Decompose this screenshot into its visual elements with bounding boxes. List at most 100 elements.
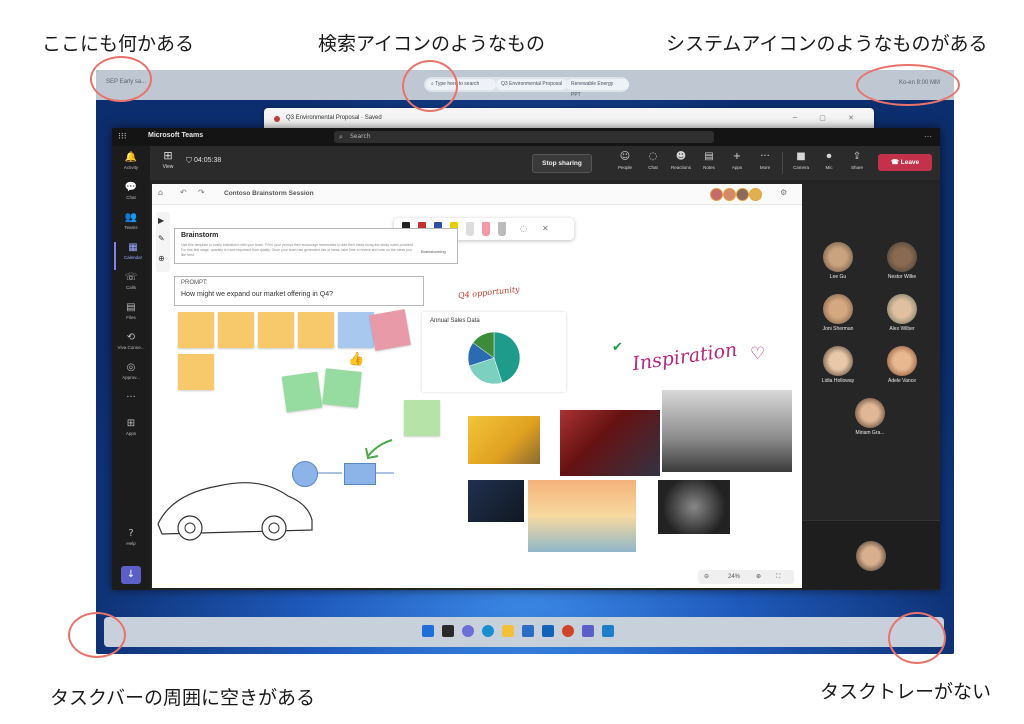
camera-button[interactable]: ■ Camera bbox=[788, 150, 814, 172]
sticky-note[interactable] bbox=[178, 354, 214, 390]
whiteboard-canvas[interactable]: ⌂ ↶ ↷ Contoso Brainstorm Session ⚙ ▶ ✎ ⊕ bbox=[152, 184, 802, 588]
store-icon[interactable] bbox=[522, 625, 534, 637]
collaborator-avatar[interactable] bbox=[723, 188, 736, 201]
inspiration-handwriting: Inspiration bbox=[630, 338, 739, 376]
leave-button[interactable]: ☎ Leave bbox=[878, 154, 932, 171]
redo-icon[interactable]: ↷ bbox=[198, 188, 205, 197]
rail-item-calendar[interactable]: ▦ Calendar bbox=[114, 242, 150, 270]
notes-button[interactable]: ▤ Notes bbox=[696, 150, 722, 172]
photo-race-car[interactable] bbox=[560, 410, 660, 476]
sticky-note[interactable] bbox=[218, 312, 254, 348]
apps-button[interactable]: + Apps bbox=[724, 150, 750, 172]
stop-sharing-button[interactable]: Stop sharing bbox=[532, 154, 592, 173]
rail-item-calls[interactable]: ☏ Calls bbox=[114, 272, 148, 300]
photo-vintage-car[interactable] bbox=[662, 390, 792, 472]
chat-icon: ◌ bbox=[648, 151, 658, 162]
top-bar-tab-2[interactable]: Renewable Energy PPT bbox=[566, 79, 629, 98]
zoom-in-icon[interactable]: ⊕ bbox=[756, 570, 761, 584]
sticky-note[interactable] bbox=[258, 312, 294, 348]
rail-item-more[interactable]: ··· bbox=[114, 392, 148, 420]
sticky-note[interactable] bbox=[322, 368, 362, 408]
participant-tile[interactable]: Alex Wilber bbox=[872, 294, 932, 334]
photo-dashboard[interactable] bbox=[658, 480, 730, 534]
rail-item-apps[interactable]: ⊞ Apps bbox=[114, 418, 148, 446]
sticky-note[interactable] bbox=[404, 400, 440, 436]
more-options-icon[interactable]: … bbox=[924, 130, 932, 139]
whiteboard-icon[interactable] bbox=[602, 625, 614, 637]
eraser-icon[interactable] bbox=[498, 222, 506, 236]
mic-button[interactable]: ⏺ Mic bbox=[816, 150, 842, 172]
rail-item-teams[interactable]: 👥 Teams bbox=[114, 212, 148, 240]
teams-search-input[interactable]: ⌕ Search bbox=[334, 131, 714, 143]
undo-icon[interactable]: ↶ bbox=[180, 188, 187, 197]
zoom-controls: ⊖ 24% ⊕ ⛶ bbox=[698, 570, 794, 584]
collaborator-avatar[interactable] bbox=[736, 188, 749, 201]
zoom-out-icon[interactable]: ⊖ bbox=[704, 570, 709, 584]
self-video-tile[interactable] bbox=[802, 520, 940, 589]
brainstorm-title: Brainstorm bbox=[181, 232, 219, 239]
share-button[interactable]: ⇪ Share bbox=[844, 150, 870, 172]
collaborator-avatar[interactable] bbox=[749, 188, 762, 201]
pen-icon[interactable]: ✎ bbox=[158, 234, 165, 243]
select-icon[interactable]: ▶ bbox=[158, 216, 164, 225]
participant-tile[interactable]: Nestor Wilke bbox=[872, 242, 932, 282]
teams-icon[interactable] bbox=[582, 625, 594, 637]
start-icon[interactable] bbox=[422, 625, 434, 637]
reactions-button[interactable]: ☻ Reactions bbox=[668, 150, 694, 172]
add-icon[interactable]: ⊕ bbox=[158, 254, 165, 263]
rail-item-files[interactable]: ▤ Files bbox=[114, 302, 148, 330]
sticky-note[interactable] bbox=[281, 371, 323, 413]
collaborator-avatar[interactable] bbox=[710, 188, 723, 201]
window-controls[interactable]: ─ ▢ ✕ bbox=[793, 114, 864, 122]
sticky-note[interactable] bbox=[369, 309, 411, 351]
meeting-toolbar: ⊞ View ⛉ 04:05:38 Stop sharing ☺ People ◌ C… bbox=[150, 146, 940, 180]
rail-item-chat[interactable]: 💬 Chat bbox=[114, 182, 148, 210]
highlighter-icon[interactable] bbox=[482, 222, 490, 236]
help-icon: ? bbox=[128, 528, 134, 539]
participant-tile[interactable]: Miriam Gra... bbox=[840, 398, 900, 438]
rail-item-help[interactable]: ? Help bbox=[114, 528, 148, 556]
more-button[interactable]: ··· More bbox=[752, 150, 778, 172]
rail-item-approvals[interactable]: ◎ Approv... bbox=[114, 362, 148, 390]
sticky-note[interactable] bbox=[178, 312, 214, 348]
photo-gear-shift[interactable] bbox=[468, 480, 524, 522]
outlook-icon[interactable] bbox=[542, 625, 554, 637]
toolbar-divider bbox=[782, 152, 783, 174]
top-bar-tab-1[interactable]: Q3 Environmental Proposal bbox=[496, 79, 568, 90]
flow-circle-node[interactable] bbox=[292, 461, 318, 487]
photo-yellow-car[interactable] bbox=[468, 416, 540, 464]
view-button[interactable]: ⊞ View bbox=[156, 149, 180, 171]
annotation-circle-bottom-left bbox=[68, 612, 126, 658]
chat-icon[interactable] bbox=[462, 625, 474, 637]
fit-screen-icon[interactable]: ⛶ bbox=[776, 570, 780, 584]
rail-item-activity[interactable]: 🔔 Activity bbox=[114, 152, 148, 180]
chat-icon: 💬 bbox=[124, 182, 138, 193]
sales-chart-card[interactable]: Annual Sales Data bbox=[422, 312, 566, 392]
prompt-box[interactable]: PROMPT: How might we expand our market o… bbox=[174, 276, 424, 306]
close-icon[interactable]: ✕ bbox=[542, 224, 549, 233]
rail-item-viva[interactable]: ⟲ Viva Conne... bbox=[114, 332, 148, 360]
teams-title-bar: ⁝⁝⁝ Microsoft Teams ⌕ Search … bbox=[112, 128, 940, 146]
home-icon[interactable]: ⌂ bbox=[158, 188, 163, 197]
participant-tile[interactable]: Joni Sherman bbox=[808, 294, 868, 334]
app-launcher-icon[interactable]: ⁝⁝⁝ bbox=[118, 131, 134, 143]
brainstorm-box[interactable]: Brainstorm Use this template to easily b… bbox=[174, 228, 458, 264]
edge-icon[interactable] bbox=[482, 625, 494, 637]
download-icon[interactable]: ↓ bbox=[121, 566, 141, 584]
pen-white-icon[interactable] bbox=[466, 222, 474, 236]
photo-heart-car[interactable] bbox=[528, 480, 636, 552]
participant-tile[interactable]: Lee Gu bbox=[808, 242, 868, 282]
task-view-icon[interactable] bbox=[442, 625, 454, 637]
participant-tile[interactable]: Adele Vance bbox=[872, 346, 932, 386]
settings-icon[interactable]: ⚙ bbox=[780, 188, 787, 197]
lasso-icon[interactable]: ◌ bbox=[520, 224, 527, 233]
people-button[interactable]: ☺ People bbox=[612, 150, 638, 172]
sticky-note[interactable] bbox=[298, 312, 334, 348]
avatar bbox=[887, 242, 917, 272]
participant-tile[interactable]: Lidia Holloway bbox=[808, 346, 868, 386]
powerpoint-icon[interactable] bbox=[562, 625, 574, 637]
chat-button[interactable]: ◌ Chat bbox=[640, 150, 666, 172]
flow-box-node[interactable] bbox=[344, 463, 376, 485]
file-explorer-icon[interactable] bbox=[502, 625, 514, 637]
top-bar: SEP Early sa... ⌕ Type here to search Q3… bbox=[96, 70, 954, 100]
